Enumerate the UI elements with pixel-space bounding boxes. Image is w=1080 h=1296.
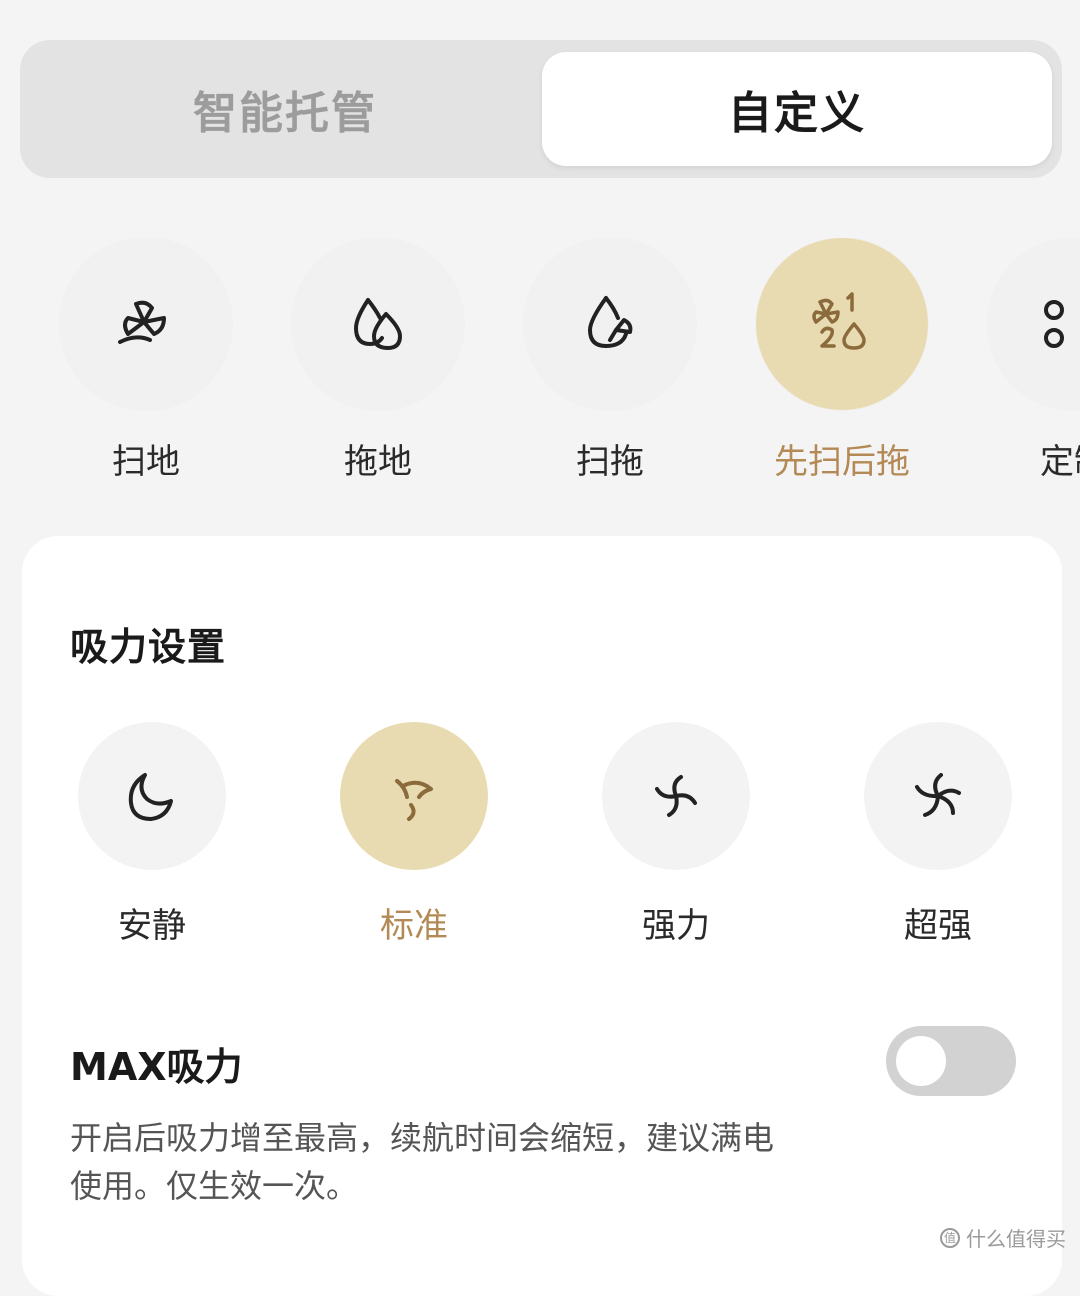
tab-custom[interactable]: 自定义	[542, 52, 1052, 166]
fan-strong-icon	[655, 775, 697, 817]
tab-smart-managed[interactable]: 智能托管	[30, 52, 540, 166]
sweep-then-mop-icon	[812, 292, 866, 350]
mode-custom-circle	[988, 238, 1080, 410]
suction-settings-card: 吸力设置 安静 标准 强力 超强 MAX吸力 开启后吸力增至最高，续航时间会缩短…	[22, 536, 1062, 1296]
suction-level-strong[interactable]: 强力	[576, 722, 776, 946]
max-suction-toggle[interactable]	[886, 1026, 1016, 1096]
watermark-logo-icon: 值	[940, 1227, 960, 1248]
max-suction-title: MAX吸力	[70, 1045, 243, 1089]
suction-super-circle	[864, 722, 1012, 870]
fan-standard-icon	[395, 779, 433, 821]
suction-super-label: 超强	[904, 906, 972, 946]
suction-standard-label: 标准	[380, 906, 448, 946]
mode-sweep-mop-label: 扫拖	[576, 442, 644, 482]
watermark: 值 什么值得买	[940, 1223, 1066, 1252]
custom-icon	[1044, 300, 1064, 348]
toggle-knob	[896, 1036, 946, 1086]
suction-level-super[interactable]: 超强	[838, 722, 1038, 946]
mode-sweep-label: 扫地	[112, 442, 180, 482]
suction-standard-circle	[340, 722, 488, 870]
fan-super-icon	[915, 773, 961, 817]
moon-icon	[128, 773, 173, 821]
sweep-fan-icon	[118, 300, 166, 344]
mode-custom-label: 定制	[1040, 442, 1080, 482]
mode-sweep-mop[interactable]: 扫拖	[494, 238, 726, 488]
suction-quiet-circle	[78, 722, 226, 870]
suction-quiet-label: 安静	[118, 906, 186, 946]
mode-mop-label: 拖地	[344, 442, 412, 482]
suction-strong-label: 强力	[642, 906, 710, 946]
suction-settings-title: 吸力设置	[70, 625, 227, 669]
suction-level-quiet[interactable]: 安静	[52, 722, 252, 946]
suction-level-standard[interactable]: 标准	[314, 722, 514, 946]
max-suction-description: 开启后吸力增至最高，续航时间会缩短，建议满电使用。仅生效一次。	[70, 1119, 775, 1205]
mode-sweep-circle	[60, 238, 232, 410]
mode-sweep-mop-circle	[524, 238, 696, 410]
mode-segmented-control: 智能托管 自定义	[20, 40, 1062, 178]
mode-custom[interactable]: 定制	[958, 238, 1080, 488]
mode-sweep[interactable]: 扫地	[30, 238, 262, 488]
mode-mop-circle	[292, 238, 464, 410]
drop-fan-icon	[588, 296, 633, 348]
water-drops-icon	[354, 298, 402, 350]
mode-sweep-then-mop-label: 先扫后拖	[774, 442, 910, 482]
mode-sweep-then-mop[interactable]: 先扫后拖	[726, 238, 958, 488]
watermark-text: 什么值得买	[966, 1227, 1066, 1251]
mode-sweep-then-mop-circle	[756, 238, 928, 410]
cleaning-mode-row: 扫地 拖地 扫拖 先扫后拖 定	[0, 238, 1080, 498]
suction-strong-circle	[602, 722, 750, 870]
mode-mop[interactable]: 拖地	[262, 238, 494, 488]
